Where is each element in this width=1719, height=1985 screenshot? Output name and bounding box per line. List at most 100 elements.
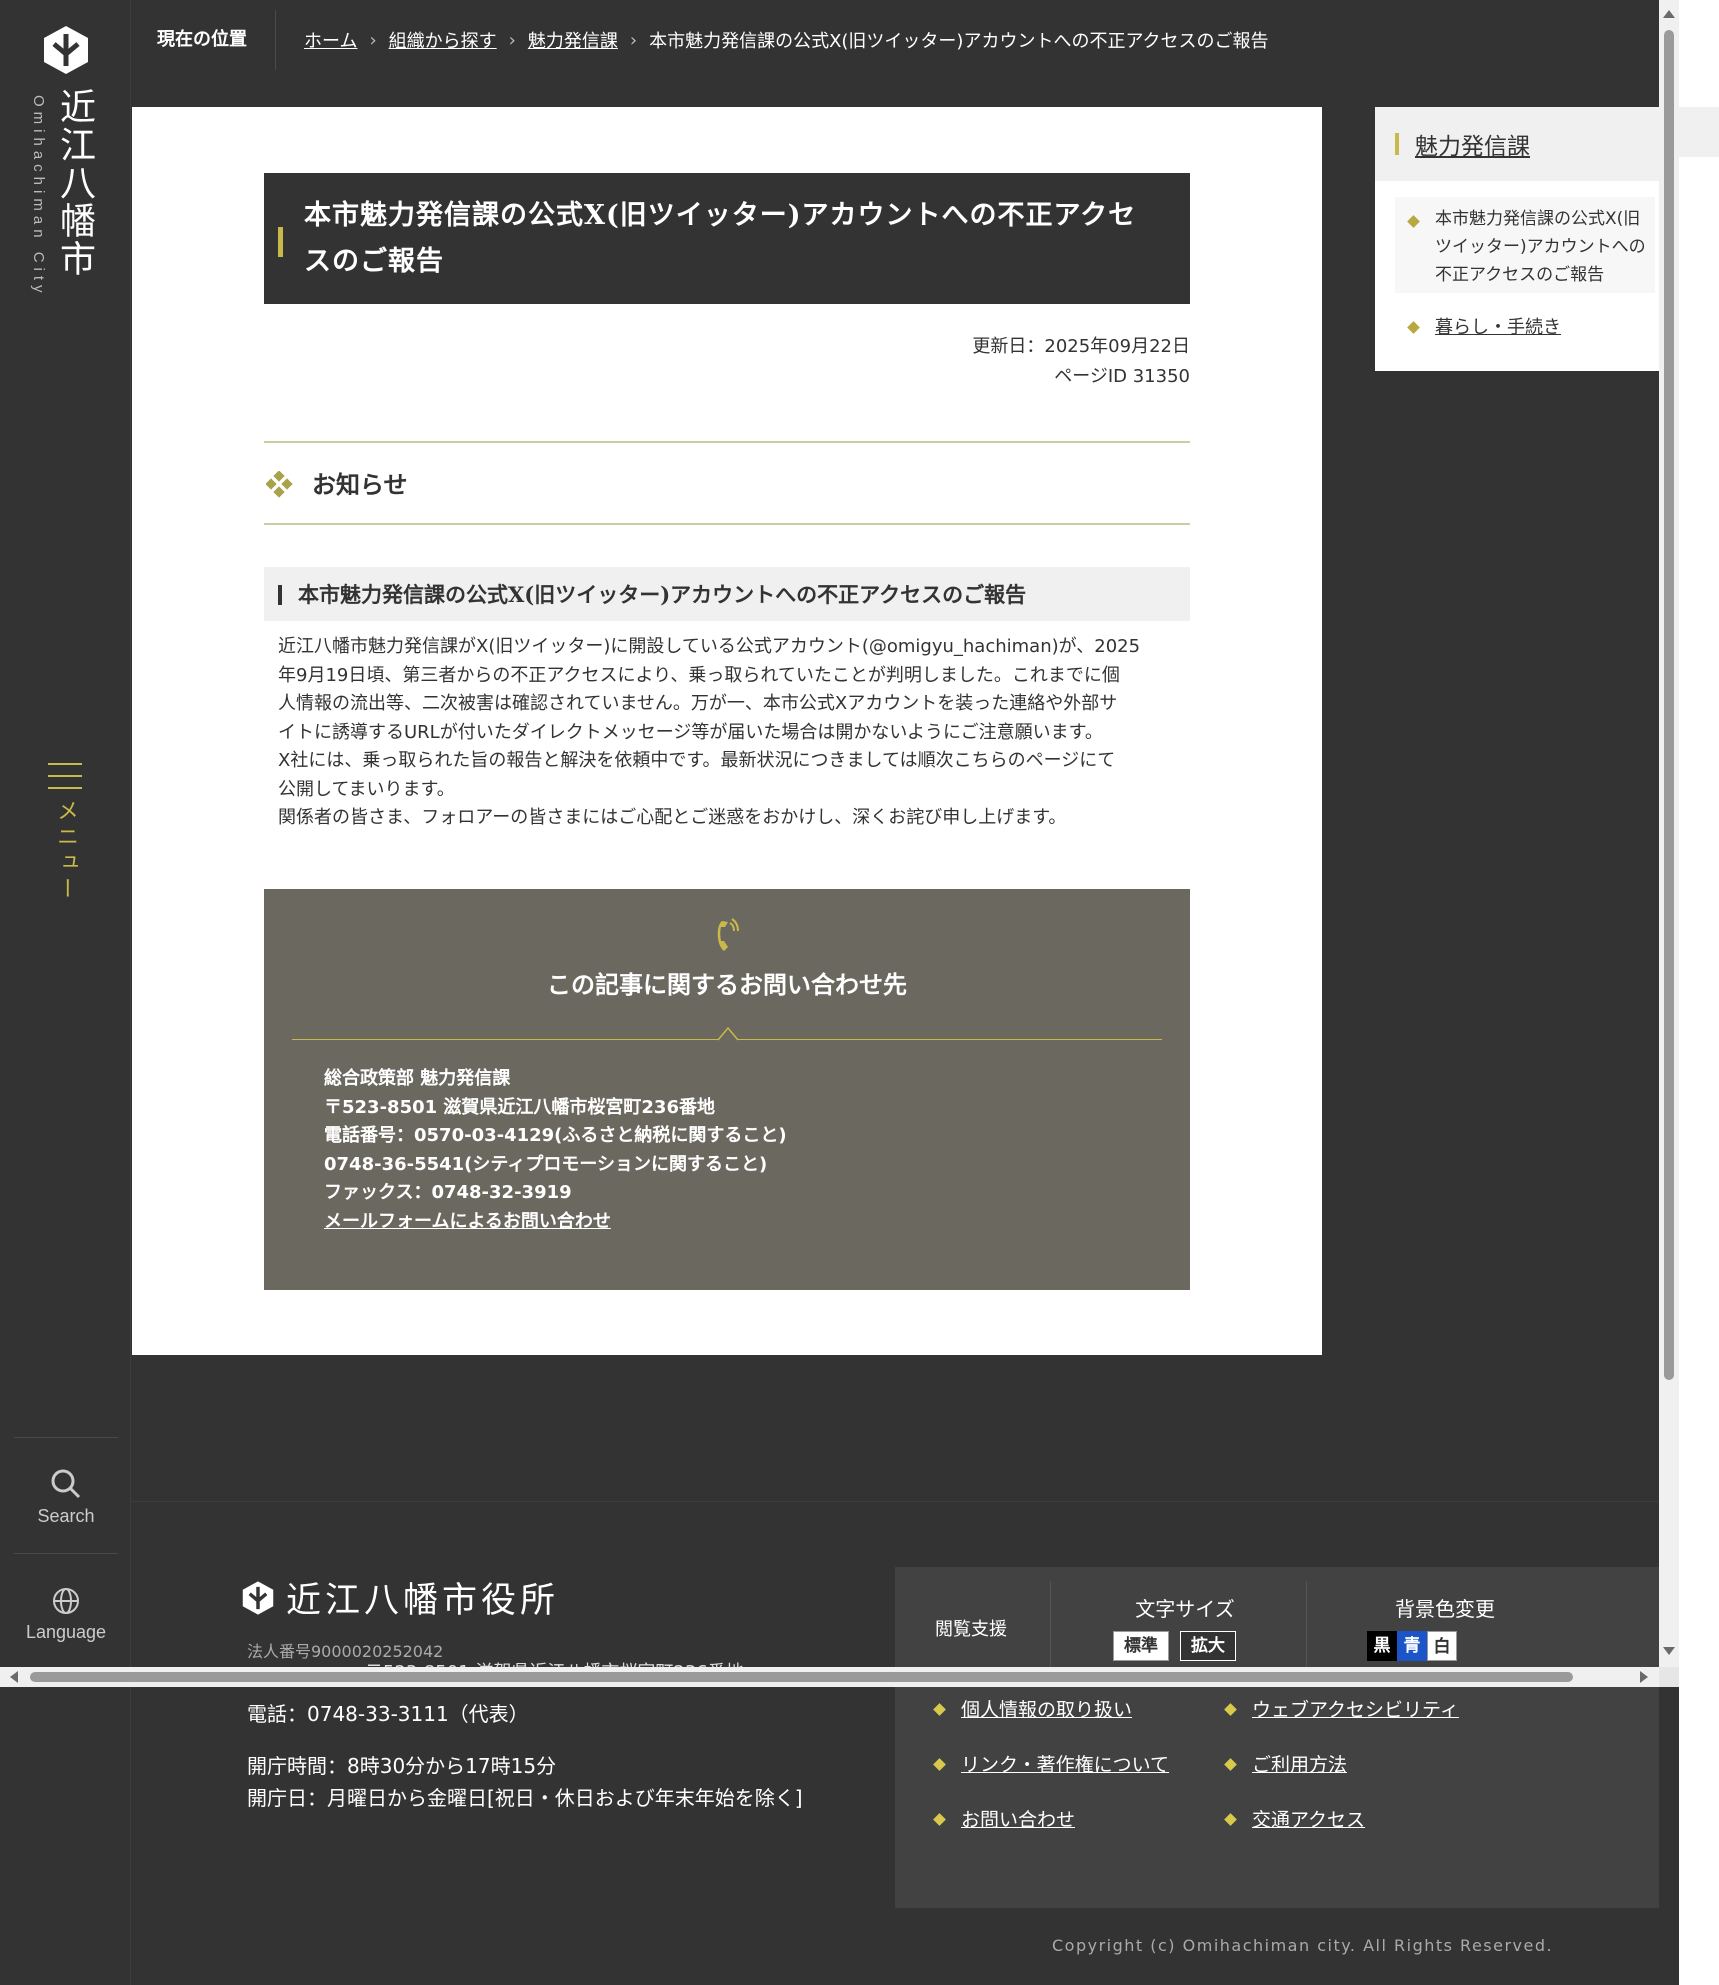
page-title-box: 本市魅力発信課の公式X(旧ツイッター)アカウントへの不正アクセスのご報告	[264, 173, 1190, 304]
breadcrumb-department[interactable]: 魅力発信課	[528, 27, 618, 53]
footer-link-contact[interactable]: お問い合わせ	[961, 1805, 1075, 1832]
title-accent-bar	[278, 227, 283, 257]
diamond-bullet-icon	[1407, 215, 1420, 228]
scrollbar-thumb[interactable]	[1664, 30, 1674, 1380]
subheading: 本市魅力発信課の公式X(旧ツイッター)アカウントへの不正アクセスのご報告	[264, 567, 1190, 621]
article-body: 近江八幡市魅力発信課がX(旧ツイッター)に開設している公式アカウント(@omig…	[278, 633, 1178, 833]
divider	[14, 1553, 118, 1554]
section-heading: お知らせ	[264, 441, 1190, 525]
bg-blue-button[interactable]: 青	[1397, 1631, 1427, 1661]
body-line: 公開してまいります。	[278, 778, 455, 800]
horizontal-scrollbar[interactable]	[0, 1667, 1659, 1687]
phone-icon	[717, 918, 739, 951]
menu-icon	[45, 763, 85, 789]
body-line: 関係者の皆さま、フォロアーの皆さまにはご心配とご迷惑をおかけし、深くお詫び申し上…	[278, 807, 1067, 828]
scrollbar-thumb[interactable]	[30, 1672, 1573, 1682]
bg-black-button[interactable]: 黒	[1367, 1631, 1397, 1661]
sidebar-accent-bar	[1395, 133, 1399, 155]
search-icon	[51, 1469, 81, 1499]
contact-box: この記事に関するお問い合わせ先 総合政策部 魅力発信課 〒523-8501 滋賀…	[264, 889, 1190, 1290]
diamond-bullet-icon	[933, 1813, 946, 1826]
footer-tel: 電話：0748-33-3111（代表）	[247, 1702, 529, 1726]
sidebar-link-living[interactable]: 暮らし・手続き	[1435, 313, 1561, 339]
footer-links: 個人情報の取り扱い ウェブアクセシビリティ リンク・著作権について ご利用方法 …	[895, 1687, 1659, 1908]
font-large-button[interactable]: 拡大	[1180, 1631, 1236, 1661]
contact-address: 〒523-8501 滋賀県近江八幡市桜宮町236番地	[324, 1096, 715, 1118]
copyright: Copyright (c) Omihachiman city. All Righ…	[1052, 1936, 1554, 1955]
footer-link-copyright[interactable]: リンク・著作権について	[961, 1750, 1169, 1777]
font-size-label: 文字サイズ	[1135, 1597, 1235, 1621]
search-label: Search	[37, 1506, 95, 1526]
side-navigation: 近江八幡市 Omihachiman City メニュー Search Langu…	[0, 0, 131, 1985]
sidebar-heading-link[interactable]: 魅力発信課	[1415, 127, 1530, 161]
footer-divider	[131, 1501, 1659, 1502]
divider	[1050, 1581, 1051, 1667]
font-standard-button[interactable]: 標準	[1113, 1631, 1169, 1661]
bg-white-button[interactable]: 白	[1427, 1631, 1457, 1661]
chevron-right-icon: ›	[508, 29, 516, 51]
footer-link-access[interactable]: 交通アクセス	[1252, 1805, 1365, 1832]
logo-text-jp[interactable]: 近江八幡市	[54, 88, 95, 278]
breadcrumb-organization[interactable]: 組織から探す	[389, 27, 497, 53]
scroll-down-arrow-icon[interactable]	[1663, 1647, 1675, 1655]
diamond-bullet-icon	[933, 1758, 946, 1771]
accessibility-label: 閲覧支援	[935, 1619, 1007, 1640]
footer-link-usage[interactable]: ご利用方法	[1252, 1750, 1347, 1777]
divider	[1306, 1581, 1307, 1667]
mail-form-link[interactable]: メールフォームによるお問い合わせ	[324, 1211, 611, 1232]
language-label: Language	[25, 1622, 107, 1642]
scroll-left-arrow-icon[interactable]	[10, 1671, 18, 1683]
sidebar-current-item: 本市魅力発信課の公式X(旧ツイッター)アカウントへの不正アクセスのご報告	[1395, 197, 1655, 293]
scroll-up-arrow-icon[interactable]	[1663, 10, 1675, 18]
bg-color-label: 背景色変更	[1395, 1597, 1495, 1621]
footer-logo[interactable]: 近江八幡市役所	[240, 1572, 559, 1623]
breadcrumb: 現在の位置 ホーム › 組織から探す › 魅力発信課 › 本市魅力発信課の公式X…	[131, 0, 1659, 80]
office-hours: 開庁時間：8時30分から17時15分	[247, 1754, 557, 1778]
subheading-bar	[278, 585, 282, 605]
contact-tel2: 0748-36-5541(シティプロモーションに関すること)	[324, 1153, 768, 1175]
city-emblem-icon[interactable]	[40, 24, 92, 76]
globe-icon	[53, 1588, 79, 1614]
logo-text-en: Omihachiman City	[30, 95, 47, 298]
main-content: 本市魅力発信課の公式X(旧ツイッター)アカウントへの不正アクセスのご報告 更新日…	[132, 107, 1322, 1355]
search-button[interactable]: Search	[14, 1440, 118, 1550]
language-button[interactable]: Language	[14, 1556, 118, 1666]
body-line: 年9月19日頃、第三者からの不正アクセスにより、乗っ取られていたことが判明しまし…	[278, 664, 1120, 686]
diamond-pattern-icon	[266, 471, 293, 498]
menu-label: メニュー	[53, 799, 78, 903]
diamond-bullet-icon	[1224, 1703, 1237, 1716]
contact-info: 総合政策部 魅力発信課 〒523-8501 滋賀県近江八幡市桜宮町236番地 電…	[324, 1065, 787, 1236]
page-meta: 更新日：2025年09月22日 ページID 31350	[264, 332, 1190, 392]
footer-office-name: 近江八幡市役所	[286, 1581, 560, 1621]
city-emblem-icon	[242, 1580, 274, 1615]
footer-hours: 開庁時間：8時30分から17時15分 開庁日：月曜日から金曜日[祝日・休日および…	[247, 1750, 803, 1814]
vertical-scrollbar[interactable]	[1659, 0, 1679, 1667]
chevron-right-icon: ›	[629, 29, 638, 51]
breadcrumb-home[interactable]: ホーム	[304, 27, 357, 53]
page-id: ページID 31350	[1054, 366, 1190, 387]
breadcrumb-label: 現在の位置	[131, 10, 276, 70]
scroll-right-arrow-icon[interactable]	[1640, 1671, 1648, 1683]
sidebar-current-text: 本市魅力発信課の公式X(旧ツイッター)アカウントへの不正アクセスのご報告	[1435, 209, 1646, 285]
contact-dept: 総合政策部 魅力発信課	[324, 1068, 511, 1089]
page-edge	[1679, 0, 1719, 1985]
diamond-bullet-icon	[1224, 1758, 1237, 1771]
office-days: 開庁日：月曜日から金曜日[祝日・休日および年末年始を除く]	[247, 1786, 803, 1810]
divider	[14, 1437, 118, 1438]
related-sidebar: 魅力発信課 本市魅力発信課の公式X(旧ツイッター)アカウントへの不正アクセスのご…	[1375, 107, 1659, 371]
menu-button[interactable]: メニュー	[45, 763, 85, 903]
footer-link-privacy[interactable]: 個人情報の取り扱い	[961, 1695, 1132, 1722]
body-line: 近江八幡市魅力発信課がX(旧ツイッター)に開設している公式アカウント(@omig…	[278, 636, 1141, 657]
section-heading-text: お知らせ	[312, 470, 408, 499]
body-line: イトに誘導するURLが付いたダイレクトメッセージ等が届いた場合は開かないようにご…	[278, 721, 1103, 743]
body-line: 人情報の流出等、二次被害は確認されていません。万が一、本市公式Xアカウントを装っ…	[278, 693, 1118, 714]
footer-link-accessibility[interactable]: ウェブアクセシビリティ	[1252, 1695, 1459, 1722]
diamond-bullet-icon	[1407, 321, 1420, 334]
chevron-right-icon: ›	[369, 29, 377, 51]
accessibility-panel: 閲覧支援 文字サイズ 標準 拡大 背景色変更 黒 青 白	[895, 1567, 1659, 1667]
contact-title: この記事に関するお問い合わせ先	[547, 970, 907, 999]
body-line: X社には、乗っ取られた旨の報告と解決を依頼中です。最新状況につきましては順次こち…	[278, 750, 1116, 771]
updated-date: 更新日：2025年09月22日	[972, 336, 1190, 357]
diamond-bullet-icon	[1224, 1813, 1237, 1826]
caret-up-icon	[717, 1026, 739, 1041]
